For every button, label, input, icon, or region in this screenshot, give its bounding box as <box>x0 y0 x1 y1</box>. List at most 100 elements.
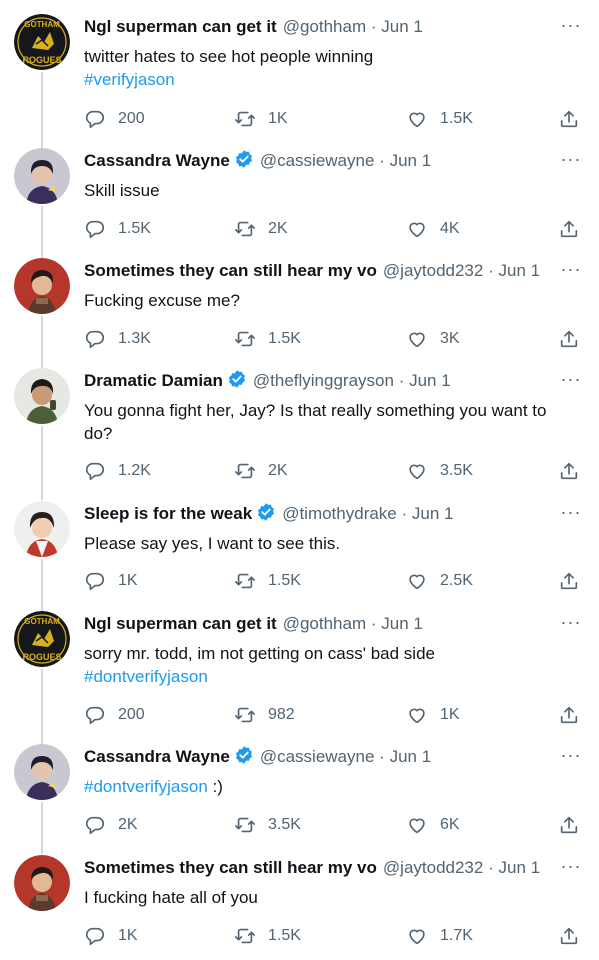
more-options-icon[interactable]: ··· <box>557 260 585 286</box>
cassandra-avatar <box>14 744 70 800</box>
gotham-rogues-logo: GOTHAM ROGUES <box>14 14 70 70</box>
handle[interactable]: @jaytodd232 <box>383 261 483 280</box>
handle[interactable]: @jaytodd232 <box>383 858 483 877</box>
display-name[interactable]: Ngl superman can get it <box>84 17 277 36</box>
hashtag-link[interactable]: #dontverifyjason <box>84 665 585 688</box>
tim-avatar <box>14 501 70 557</box>
avatar[interactable]: GOTHAM ROGUES <box>14 611 70 667</box>
tweet-text: Please say yes, I want to see this. <box>84 532 585 555</box>
handle[interactable]: @gothham <box>283 614 366 633</box>
retweet-button[interactable]: 1.5K <box>234 324 301 354</box>
like-button[interactable]: 1.7K <box>406 921 473 951</box>
verified-badge-icon <box>228 370 245 388</box>
timestamp[interactable]: Jun 1 <box>499 858 541 877</box>
tweet[interactable]: GOTHAM ROGUES Ngl superman can get it @go… <box>0 611 599 745</box>
retweet-button[interactable]: 2K <box>234 456 288 486</box>
more-options-icon[interactable]: ··· <box>557 613 585 639</box>
tweet[interactable]: Sometimes they can still hear my vo @jayt… <box>0 855 599 960</box>
reply-button[interactable]: 1.2K <box>84 456 151 486</box>
display-name[interactable]: Sometimes they can still hear my vo <box>84 858 377 877</box>
timestamp[interactable]: Jun 1 <box>390 747 432 766</box>
tweet[interactable]: Sometimes they can still hear my vo @jayt… <box>0 258 599 368</box>
avatar[interactable] <box>14 368 70 424</box>
retweet-button[interactable]: 3.5K <box>234 810 301 840</box>
like-button[interactable]: 1K <box>406 700 460 730</box>
share-button[interactable] <box>558 921 580 951</box>
hashtag-link[interactable]: #dontverifyjason <box>84 777 208 796</box>
display-name[interactable]: Sleep is for the weak <box>84 504 252 523</box>
reply-button[interactable]: 200 <box>84 700 145 730</box>
timestamp[interactable]: Jun 1 <box>390 151 432 170</box>
retweet-button[interactable]: 2K <box>234 214 288 244</box>
more-options-icon[interactable]: ··· <box>557 370 585 396</box>
handle[interactable]: @timothydrake <box>282 504 397 523</box>
like-button[interactable]: 1.5K <box>406 104 473 134</box>
timestamp[interactable]: Jun 1 <box>381 17 423 36</box>
avatar[interactable] <box>14 744 70 800</box>
avatar[interactable] <box>14 258 70 314</box>
reply-button[interactable]: 2K <box>84 810 138 840</box>
thread-connector <box>41 802 43 854</box>
reply-icon <box>85 816 105 835</box>
like-button[interactable]: 6K <box>406 810 460 840</box>
share-button[interactable] <box>558 810 580 840</box>
display-name[interactable]: Cassandra Wayne <box>84 151 230 170</box>
timestamp[interactable]: Jun 1 <box>499 261 541 280</box>
share-icon <box>560 330 578 348</box>
display-name[interactable]: Cassandra Wayne <box>84 747 230 766</box>
retweet-button[interactable]: 1K <box>234 104 288 134</box>
more-options-icon[interactable]: ··· <box>557 857 585 883</box>
tweet-actions: 2K 3.5K 6K <box>84 810 585 840</box>
like-count: 3.5K <box>440 462 473 479</box>
like-button[interactable]: 4K <box>406 214 460 244</box>
share-button[interactable] <box>558 566 580 596</box>
tweet[interactable]: GOTHAM ROGUES Ngl superman can get it @go… <box>0 14 599 152</box>
retweet-button[interactable]: 1.5K <box>234 566 301 596</box>
reply-button[interactable]: 1.3K <box>84 324 151 354</box>
like-button[interactable]: 3K <box>406 324 460 354</box>
more-options-icon[interactable]: ··· <box>557 503 585 529</box>
retweet-button[interactable]: 1.5K <box>234 921 301 951</box>
avatar[interactable] <box>14 148 70 204</box>
avatar[interactable] <box>14 501 70 557</box>
damian-avatar <box>14 368 70 424</box>
avatar[interactable] <box>14 855 70 911</box>
handle[interactable]: @cassiewayne <box>260 151 375 170</box>
tweet[interactable]: Cassandra Wayne @cassiewayne · Jun 1 Skil… <box>0 148 599 258</box>
display-name[interactable]: Sometimes they can still hear my vo <box>84 261 377 280</box>
reply-button[interactable]: 1K <box>84 566 138 596</box>
share-button[interactable] <box>558 700 580 730</box>
handle[interactable]: @cassiewayne <box>260 747 375 766</box>
like-button[interactable]: 2.5K <box>406 566 473 596</box>
timestamp[interactable]: Jun 1 <box>412 504 454 523</box>
timestamp[interactable]: Jun 1 <box>381 614 423 633</box>
retweet-button[interactable]: 982 <box>234 700 295 730</box>
handle[interactable]: @theflyinggrayson <box>253 371 394 390</box>
timestamp[interactable]: Jun 1 <box>409 371 451 390</box>
display-name[interactable]: Dramatic Damian <box>84 371 223 390</box>
share-button[interactable] <box>558 214 580 244</box>
reply-button[interactable]: 1.5K <box>84 214 151 244</box>
reply-button[interactable]: 200 <box>84 104 145 134</box>
tweet[interactable]: Dramatic Damian @theflyinggrayson · Jun 1… <box>0 368 599 500</box>
tweet-text: Skill issue <box>84 179 585 202</box>
like-button[interactable]: 3.5K <box>406 456 473 486</box>
tweet[interactable]: Cassandra Wayne @cassiewayne · Jun 1 #don… <box>0 744 599 854</box>
reply-button[interactable]: 1K <box>84 921 138 951</box>
more-options-icon[interactable]: ··· <box>557 746 585 772</box>
hashtag-link[interactable]: #verifyjason <box>84 68 585 91</box>
more-options-icon[interactable]: ··· <box>557 16 585 42</box>
avatar[interactable]: GOTHAM ROGUES <box>14 14 70 70</box>
retweet-icon <box>235 928 255 944</box>
handle[interactable]: @gothham <box>283 17 366 36</box>
heart-icon <box>409 929 425 945</box>
tweet[interactable]: Sleep is for the weak @timothydrake · Jun… <box>0 501 599 611</box>
tweet-actions: 1.2K 2K 3.5K <box>84 456 585 486</box>
svg-text:GOTHAM: GOTHAM <box>24 617 60 626</box>
share-button[interactable] <box>558 104 580 134</box>
more-options-icon[interactable]: ··· <box>557 150 585 176</box>
share-button[interactable] <box>558 456 580 486</box>
tweet-actions: 200 982 1K <box>84 700 585 730</box>
share-button[interactable] <box>558 324 580 354</box>
display-name[interactable]: Ngl superman can get it <box>84 614 277 633</box>
